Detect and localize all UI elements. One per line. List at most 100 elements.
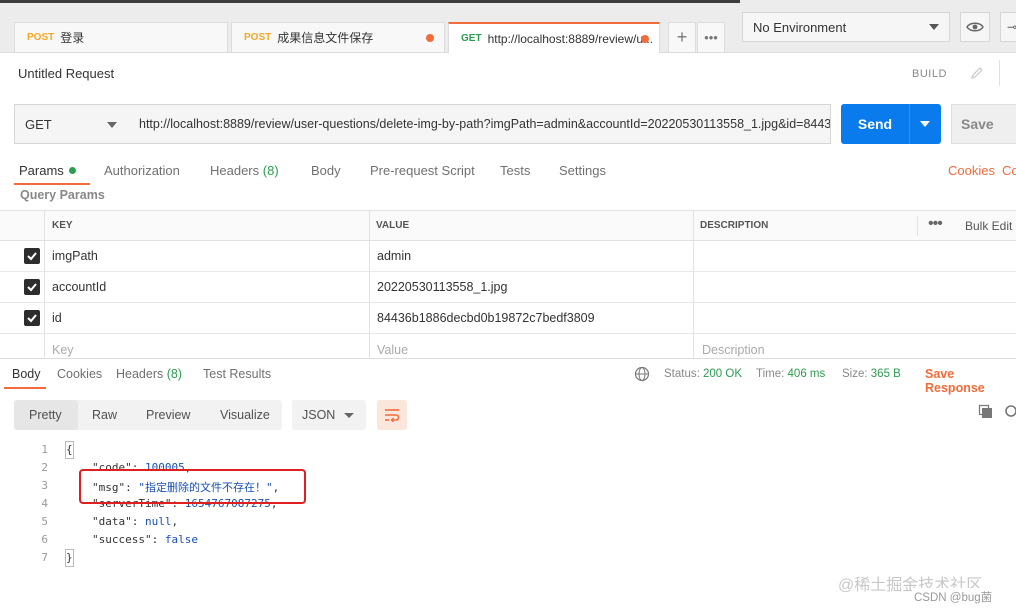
tab-params-label: Params (19, 163, 64, 178)
checkbox-checked[interactable] (24, 248, 40, 264)
format-pretty-button[interactable]: Pretty (29, 408, 62, 422)
environment-quick-look-button[interactable] (960, 12, 990, 42)
param-value[interactable]: 84436b1886decbd0b19872c7bedf3809 (377, 311, 595, 325)
column-divider (44, 210, 45, 358)
code-line: "data": null, (92, 515, 179, 528)
tab-tests[interactable]: Tests (500, 163, 530, 178)
pencil-icon (971, 67, 983, 79)
checkbox-checked[interactable] (24, 279, 40, 295)
tab-headers[interactable]: Headers (8) (210, 163, 279, 178)
request-tab-login[interactable]: POST 登录 (14, 22, 228, 52)
tab-pre-request-script[interactable]: Pre-request Script (370, 163, 475, 178)
param-key[interactable]: imgPath (52, 249, 98, 263)
line-number: 6 (41, 533, 48, 546)
chevron-down-icon[interactable] (920, 121, 930, 127)
tab-test-results[interactable]: Test Results (203, 367, 271, 381)
tab-response-body[interactable]: Body (12, 367, 41, 381)
tab-method-label: GET (461, 33, 482, 44)
chevron-down-icon (344, 413, 354, 418)
line-number: 1 (41, 443, 48, 456)
json-key: "data" (92, 515, 132, 528)
new-key-input[interactable]: Key (52, 343, 74, 357)
checkbox-checked[interactable] (24, 310, 40, 326)
send-divider (909, 104, 910, 144)
request-tab-save-file[interactable]: POST 成果信息文件保存 (231, 22, 445, 52)
save-button-label: Save (961, 116, 994, 132)
tab-options-button[interactable]: ••• (697, 22, 725, 52)
size-label: Size: (842, 368, 868, 380)
format-visualize-button[interactable]: Visualize (220, 408, 270, 422)
time-label: Time: (756, 368, 785, 380)
tab-body[interactable]: Body (311, 163, 341, 178)
response-format-group: Pretty Raw Preview Visualize (14, 400, 282, 430)
send-button[interactable]: Send (841, 104, 941, 144)
copy-button[interactable] (978, 404, 994, 423)
params-table-header: KEY VALUE DESCRIPTION ••• Bulk Edit (0, 210, 1016, 241)
plus-icon: + (676, 27, 688, 47)
cookies-link[interactable]: Cookies (948, 163, 995, 178)
add-tab-button[interactable]: + (668, 22, 696, 52)
environment-select[interactable]: No Environment (742, 12, 950, 42)
tab-settings[interactable]: Settings (559, 163, 606, 178)
http-method-select[interactable]: GET (14, 104, 130, 144)
active-tab-indicator (4, 387, 46, 389)
format-raw-button[interactable]: Raw (92, 408, 117, 422)
status-label: Status: (664, 368, 700, 380)
line-number: 7 (41, 551, 48, 564)
new-description-input[interactable]: Description (702, 343, 765, 357)
column-divider (693, 210, 694, 358)
line-number: 5 (41, 515, 48, 528)
response-time: Time: 406 ms (756, 368, 825, 380)
eye-icon (966, 22, 984, 32)
param-key[interactable]: accountId (52, 280, 106, 294)
ellipsis-icon[interactable]: ••• (928, 215, 943, 233)
time-value: 406 ms (787, 368, 826, 380)
request-tab-active[interactable]: GET http://localhost:8889/review/u... (448, 22, 660, 53)
globe-icon[interactable] (634, 366, 650, 385)
search-button[interactable] (1004, 404, 1016, 423)
language-select-value: JSON (302, 408, 336, 422)
copy-icon (978, 404, 992, 418)
tab-label: 成果信息文件保存 (277, 31, 374, 45)
code-line: "success": false (92, 533, 198, 546)
line-number: 4 (41, 497, 48, 510)
save-response-button[interactable]: Save Response (925, 367, 1016, 395)
title-divider (999, 60, 1000, 86)
tab-label: 登录 (60, 31, 85, 45)
tab-response-headers-label: Headers (116, 367, 164, 381)
bulk-edit-link[interactable]: Bulk Edit (965, 219, 1012, 233)
response-status: Status: 200 OK (664, 368, 742, 380)
table-row: imgPath admin (0, 241, 1016, 272)
environment-settings-button[interactable]: ⊸ (1000, 12, 1016, 42)
response-size: Size: 365 B (842, 368, 901, 380)
build-mode-label[interactable]: BUILD (912, 68, 947, 80)
param-key[interactable]: id (52, 311, 62, 325)
param-value[interactable]: 20220530113558_1.jpg (377, 280, 507, 294)
format-preview-button[interactable]: Preview (146, 408, 190, 422)
line-number: 2 (41, 461, 48, 474)
table-row-new: Key Value Description (0, 334, 1016, 358)
edit-button[interactable] (962, 58, 992, 88)
new-value-input[interactable]: Value (377, 343, 408, 357)
send-button-label: Send (857, 116, 893, 132)
checkmark-icon (27, 314, 37, 323)
save-button[interactable]: Save (951, 104, 1016, 144)
active-params-dot-icon (68, 167, 76, 174)
chevron-down-icon (929, 24, 939, 30)
status-value: 200 OK (703, 368, 743, 380)
chevron-down-icon (107, 122, 117, 128)
code-link[interactable]: Co (1002, 163, 1016, 178)
annotation-highlight-box (79, 469, 306, 504)
tab-params[interactable]: Params (19, 163, 76, 178)
url-input[interactable]: http://localhost:8889/review/user-questi… (129, 104, 831, 144)
wrap-lines-button[interactable] (377, 400, 407, 430)
ellipsis-icon: ••• (704, 30, 718, 45)
param-value[interactable]: admin (377, 249, 411, 263)
tab-response-cookies[interactable]: Cookies (57, 367, 102, 381)
column-header-key: KEY (52, 220, 73, 231)
window-top-border (0, 0, 740, 3)
tab-response-headers[interactable]: Headers (8) (116, 367, 182, 381)
request-title[interactable]: Untitled Request (18, 66, 114, 81)
tab-authorization[interactable]: Authorization (104, 163, 180, 178)
language-select[interactable]: JSON (292, 400, 366, 430)
